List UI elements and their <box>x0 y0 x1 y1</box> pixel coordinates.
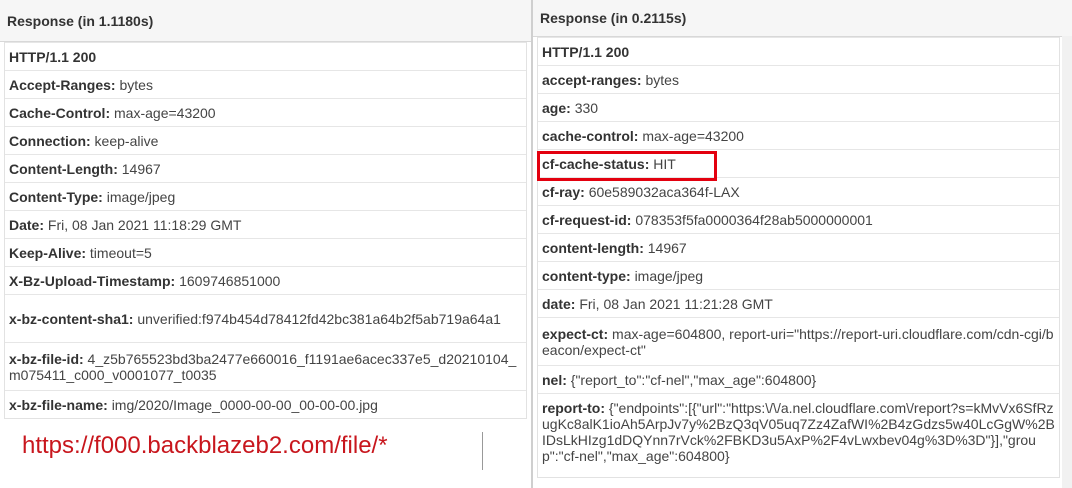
header-row: x-bz-file-id: 4_z5b765523bd3ba2477e66001… <box>5 342 526 390</box>
header-row: cf-request-id: 078353f5fa0000364f28ab500… <box>538 205 1059 233</box>
header-value: img/2020/Image_0000-00-00_00-00-00.jpg <box>111 396 378 413</box>
header-row: content-length: 14967 <box>538 233 1059 261</box>
left-response-panel: Response (in 1.1180s) HTTP/1.1 200 Accep… <box>0 0 531 488</box>
header-value: 14967 <box>647 239 687 256</box>
header-value: image/jpeg <box>634 267 704 284</box>
right-response-panel: Response (in 0.2115s) HTTP/1.1 200 accep… <box>533 0 1072 488</box>
header-key: Connection: <box>9 132 91 149</box>
header-key: cf-ray: <box>542 183 585 200</box>
header-value: Fri, 08 Jan 2021 11:21:28 GMT <box>579 295 773 312</box>
header-key: content-type: <box>542 267 631 284</box>
left-headers-table: HTTP/1.1 200 Accept-Ranges: bytes Cache-… <box>4 42 527 419</box>
header-key: accept-ranges: <box>542 71 642 88</box>
header-row: Content-Length: 14967 <box>5 154 526 182</box>
header-key: nel: <box>542 371 567 388</box>
header-key: Content-Type: <box>9 188 103 205</box>
header-key: x-bz-file-name: <box>9 396 108 413</box>
header-row: accept-ranges: bytes <box>538 65 1059 93</box>
header-value: 14967 <box>121 160 161 177</box>
header-value: max-age=604800, report-uri="https://repo… <box>542 325 1054 358</box>
header-key: cache-control: <box>542 127 639 144</box>
header-key: age: <box>542 99 571 116</box>
header-key: date: <box>542 295 576 312</box>
header-key: report-to: <box>542 400 605 416</box>
header-value: {"report_to":"cf-nel","max_age":604800} <box>570 371 817 388</box>
header-value: 078353f5fa0000364f28ab5000000001 <box>635 211 873 228</box>
header-value: 4_z5b765523bd3ba2477e660016_f1191ae6acec… <box>9 350 517 383</box>
header-value: max-age=43200 <box>642 127 744 144</box>
header-value: unverified:f974b454d78412fd42bc381a64b2f… <box>137 310 501 327</box>
header-row: report-to: {"endpoints":[{"url":"https:\… <box>538 393 1059 477</box>
header-value: 330 <box>574 99 599 116</box>
header-row: Connection: keep-alive <box>5 126 526 154</box>
header-value: timeout=5 <box>89 244 152 261</box>
header-value: bytes <box>645 71 679 88</box>
header-key: Content-Length: <box>9 160 118 177</box>
header-row: Accept-Ranges: bytes <box>5 70 526 98</box>
header-value: 1609746851000 <box>179 272 281 289</box>
header-row: Cache-Control: max-age=43200 <box>5 98 526 126</box>
header-value: HIT <box>653 155 676 172</box>
header-row: cf-ray: 60e589032aca364f-LAX <box>538 177 1059 205</box>
header-row: age: 330 <box>538 93 1059 121</box>
header-key: cf-cache-status: <box>542 155 650 172</box>
header-row: Content-Type: image/jpeg <box>5 182 526 210</box>
header-value: keep-alive <box>94 132 159 149</box>
header-key: Date: <box>9 216 45 233</box>
header-key: Accept-Ranges: <box>9 76 116 93</box>
header-row: expect-ct: max-age=604800, report-uri="h… <box>538 317 1059 365</box>
caption-divider <box>482 432 483 470</box>
right-response-title: Response (in 0.2115s) <box>533 0 1072 37</box>
header-row: cache-control: max-age=43200 <box>538 121 1059 149</box>
header-row: X-Bz-Upload-Timestamp: 1609746851000 <box>5 266 526 294</box>
header-row: x-bz-content-sha1: unverified:f974b454d7… <box>5 294 526 342</box>
header-row: Date: Fri, 08 Jan 2021 11:18:29 GMT <box>5 210 526 238</box>
header-row: cf-cache-status: HIT <box>538 149 1059 177</box>
left-status-line: HTTP/1.1 200 <box>5 42 526 70</box>
right-scrollbar[interactable] <box>1062 36 1072 488</box>
right-status-line: HTTP/1.1 200 <box>538 37 1059 65</box>
right-headers-table: HTTP/1.1 200 accept-ranges: bytes age: 3… <box>537 37 1060 478</box>
header-value: Fri, 08 Jan 2021 11:18:29 GMT <box>47 216 242 233</box>
header-key: Keep-Alive: <box>9 244 87 261</box>
header-key: cf-request-id: <box>542 211 632 228</box>
header-row: nel: {"report_to":"cf-nel","max_age":604… <box>538 365 1059 393</box>
header-row: Keep-Alive: timeout=5 <box>5 238 526 266</box>
header-value: {"endpoints":[{"url":"https:\/\/a.nel.cl… <box>542 400 1055 464</box>
header-value: max-age=43200 <box>114 104 216 121</box>
header-row: content-type: image/jpeg <box>538 261 1059 289</box>
header-value: 60e589032aca364f-LAX <box>588 183 740 200</box>
header-key: content-length: <box>542 239 644 256</box>
header-row: date: Fri, 08 Jan 2021 11:21:28 GMT <box>538 289 1059 317</box>
header-key: Cache-Control: <box>9 104 111 121</box>
header-key: x-bz-content-sha1: <box>9 310 134 327</box>
left-response-title: Response (in 1.1180s) <box>0 0 531 42</box>
header-key: X-Bz-Upload-Timestamp: <box>9 272 176 289</box>
header-value: image/jpeg <box>106 188 176 205</box>
header-key: expect-ct: <box>542 325 609 342</box>
url-caption: https://f000.backblazeb2.com/file/* <box>22 432 388 459</box>
header-key: x-bz-file-id: <box>9 350 84 367</box>
header-row: x-bz-file-name: img/2020/Image_0000-00-0… <box>5 390 526 418</box>
header-value: bytes <box>119 76 153 93</box>
